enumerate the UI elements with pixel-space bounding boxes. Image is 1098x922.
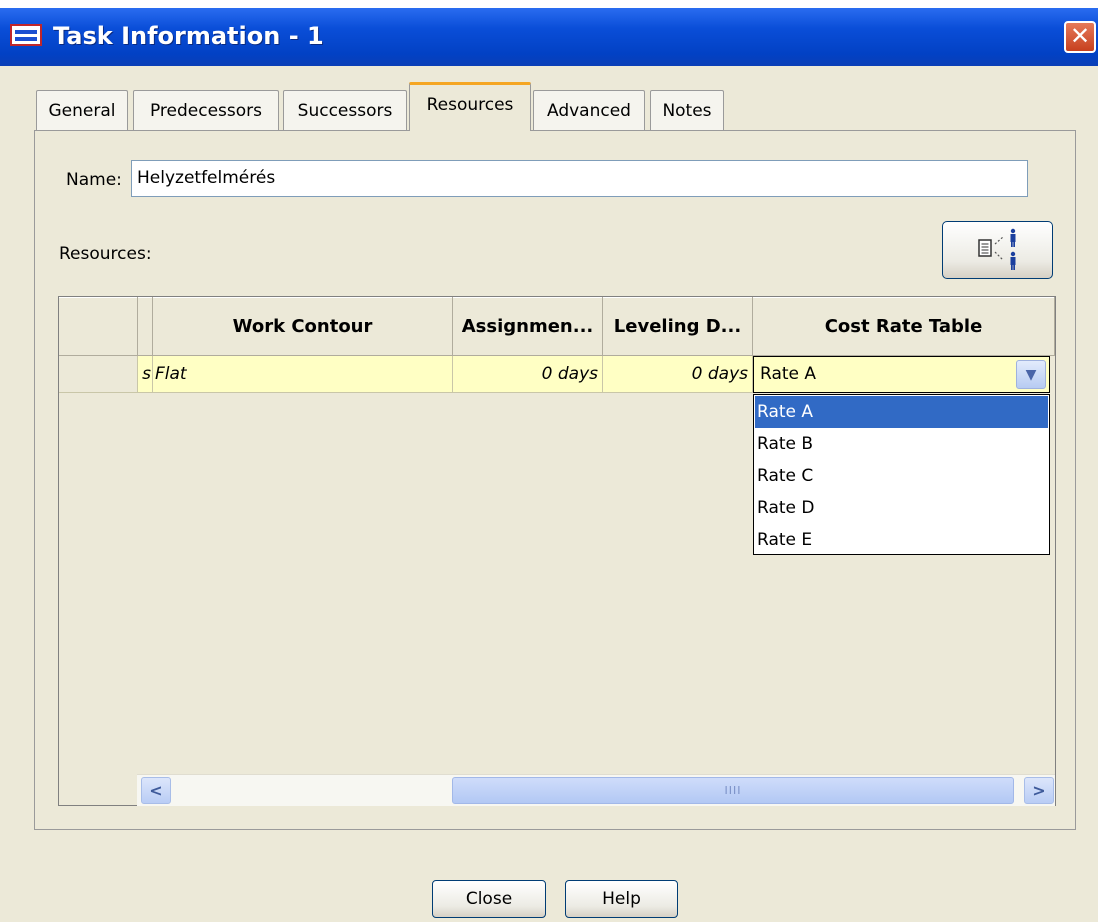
- cost-rate-table-combo[interactable]: Rate A: [753, 356, 1050, 393]
- row-header[interactable]: [59, 356, 138, 393]
- dropdown-option-rate-a[interactable]: Rate A: [755, 396, 1048, 428]
- dropdown-option-rate-d[interactable]: Rate D: [755, 492, 1048, 524]
- scrollbar-thumb[interactable]: IIII: [452, 777, 1014, 804]
- dropdown-option-rate-c[interactable]: Rate C: [755, 460, 1048, 492]
- chevron-down-icon[interactable]: ▼: [1016, 360, 1046, 389]
- dropdown-option-rate-e[interactable]: Rate E: [755, 524, 1048, 556]
- table-cell-work-contour[interactable]: Flat: [153, 356, 453, 393]
- name-field[interactable]: Helyzetfelmérés: [131, 160, 1028, 197]
- tab-successors[interactable]: Successors: [283, 90, 407, 130]
- table-cell-assignment-delay[interactable]: 0 days: [453, 356, 603, 393]
- column-header-hidden[interactable]: [138, 297, 153, 356]
- help-button[interactable]: Help: [565, 880, 678, 918]
- horizontal-scrollbar[interactable]: < IIII >: [137, 774, 1055, 806]
- column-header-cost-rate-table[interactable]: Cost Rate Table: [753, 297, 1055, 356]
- scroll-left-icon[interactable]: <: [141, 777, 171, 804]
- window-title: Task Information - 1: [53, 22, 324, 50]
- table-cell-leveling-delay[interactable]: 0 days: [603, 356, 753, 393]
- tab-predecessors[interactable]: Predecessors: [133, 90, 279, 130]
- tab-advanced[interactable]: Advanced: [533, 90, 645, 130]
- tab-notes[interactable]: Notes: [650, 90, 724, 130]
- row-header-corner: [59, 297, 138, 356]
- close-icon[interactable]: ✕: [1064, 21, 1096, 53]
- assign-resources-icon: [978, 228, 1016, 270]
- app-icon: [10, 24, 42, 46]
- assign-resources-button[interactable]: [942, 221, 1053, 279]
- close-button[interactable]: Close: [432, 880, 546, 918]
- scroll-right-icon[interactable]: >: [1024, 777, 1054, 804]
- column-header-work-contour[interactable]: Work Contour: [153, 297, 453, 356]
- resources-label: Resources:: [59, 244, 152, 264]
- column-header-assignment-delay[interactable]: Assignmen...: [453, 297, 603, 356]
- dropdown-option-rate-b[interactable]: Rate B: [755, 428, 1048, 460]
- title-bar[interactable]: Task Information - 1 ✕: [0, 8, 1098, 66]
- tab-resources[interactable]: Resources: [409, 82, 531, 131]
- column-header-leveling-delay[interactable]: Leveling D...: [603, 297, 753, 356]
- tab-general[interactable]: General: [36, 90, 128, 130]
- name-label: Name:: [66, 170, 122, 190]
- cost-rate-dropdown: Rate A Rate B Rate C Rate D Rate E: [753, 394, 1050, 555]
- table-cell-hidden[interactable]: s: [138, 356, 153, 393]
